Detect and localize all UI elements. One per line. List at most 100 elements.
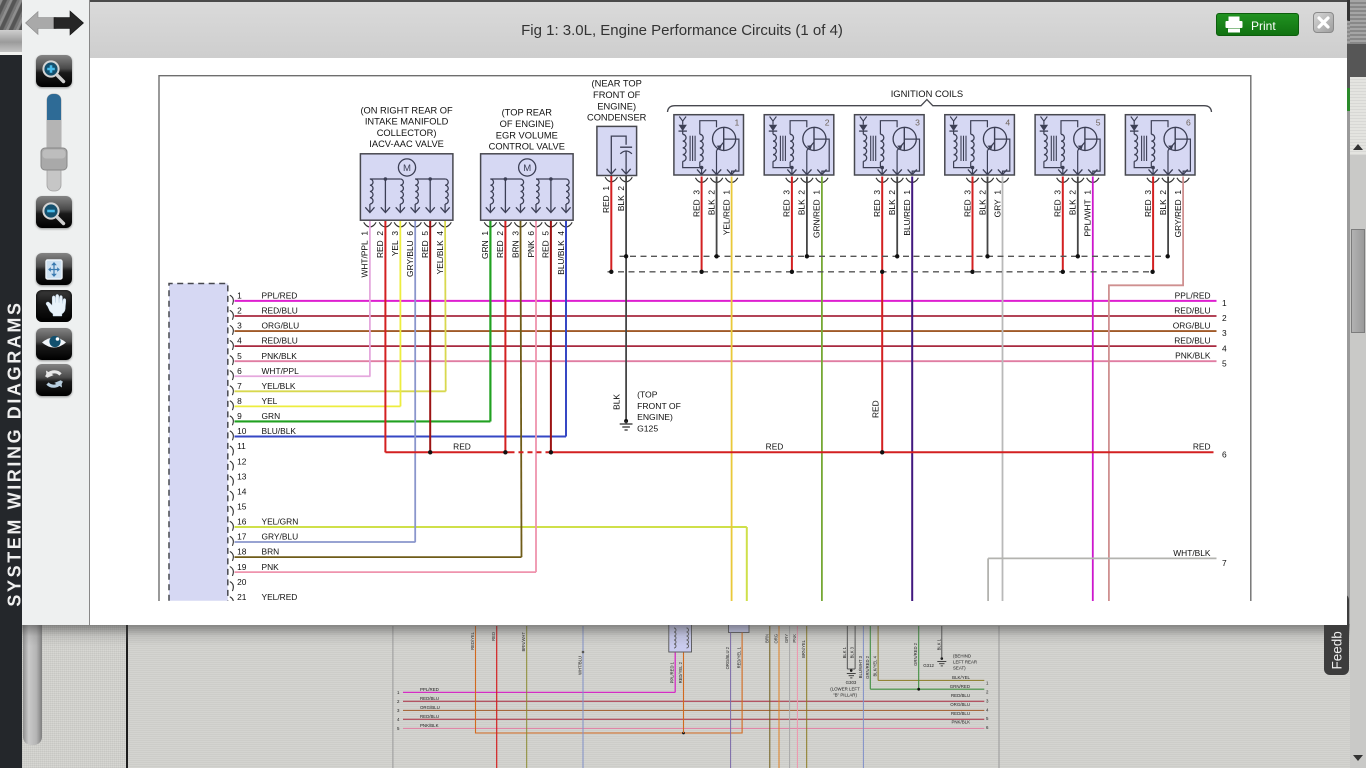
svg-text:2: 2 <box>397 699 400 704</box>
svg-text:ORG/BLU 2: ORG/BLU 2 <box>725 646 730 669</box>
svg-text:PPL/WHT 1: PPL/WHT 1 <box>1083 190 1093 237</box>
svg-text:4: 4 <box>986 707 989 712</box>
svg-text:4: 4 <box>1005 118 1010 128</box>
svg-text:CONDENSER: CONDENSER <box>587 113 647 123</box>
svg-text:FRONT OF: FRONT OF <box>637 401 681 411</box>
svg-text:BLK 2: BLK 2 <box>616 186 626 211</box>
svg-text:13: 13 <box>237 471 247 481</box>
svg-text:(TOP REAR: (TOP REAR <box>502 108 553 118</box>
svg-text:RED 5: RED 5 <box>420 231 430 258</box>
svg-text:RED/BLU: RED/BLU <box>262 306 298 316</box>
svg-text:1: 1 <box>986 681 989 686</box>
svg-text:5: 5 <box>397 726 400 731</box>
svg-text:15: 15 <box>237 501 247 511</box>
svg-text:RED: RED <box>871 400 881 418</box>
svg-text:RED/YEL 2: RED/YEL 2 <box>678 661 683 683</box>
svg-text:IGNITION COILS: IGNITION COILS <box>891 88 963 99</box>
svg-text:IACV-AAC VALVE: IACV-AAC VALVE <box>369 139 444 149</box>
svg-text:RED/BLU: RED/BLU <box>951 711 970 716</box>
svg-text:BLK/YEL: BLK/YEL <box>952 675 970 680</box>
svg-text:YEL: YEL <box>262 396 278 406</box>
svg-text:BLK 2: BLK 2 <box>887 190 897 215</box>
svg-text:BRN 3: BRN 3 <box>510 231 520 258</box>
svg-text:RED 2: RED 2 <box>495 231 505 258</box>
svg-text:BLU/RED 1: BLU/RED 1 <box>902 190 912 236</box>
svg-text:RED: RED <box>453 441 471 451</box>
svg-text:2: 2 <box>825 118 830 128</box>
svg-text:12: 12 <box>237 456 247 466</box>
svg-text:YEL 3: YEL 3 <box>390 231 400 256</box>
svg-text:RED/BLU: RED/BLU <box>1174 305 1210 315</box>
svg-text:1: 1 <box>237 291 242 301</box>
svg-text:(ON RIGHT REAR OF: (ON RIGHT REAR OF <box>360 105 453 115</box>
svg-text:G125: G125 <box>637 423 658 433</box>
svg-text:PNK/BLK: PNK/BLK <box>262 351 298 361</box>
svg-text:PNK/BLK: PNK/BLK <box>1175 351 1211 361</box>
svg-text:PPL/RED: PPL/RED <box>262 291 298 301</box>
svg-text:INTAKE MANIFOLD: INTAKE MANIFOLD <box>365 117 449 127</box>
svg-text:BLK 2: BLK 2 <box>797 190 807 215</box>
svg-text:BLU/WHT 3: BLU/WHT 3 <box>858 655 863 678</box>
svg-text:WHT/BLU: WHT/BLU <box>578 656 583 675</box>
svg-text:YEL/BLK: YEL/BLK <box>262 381 296 391</box>
svg-text:16: 16 <box>237 517 247 527</box>
svg-text:GRY/BLU: GRY/BLU <box>262 532 299 542</box>
svg-text:BLK 2: BLK 2 <box>706 190 716 215</box>
svg-text:BLK 2: BLK 2 <box>1068 190 1078 215</box>
svg-text:7: 7 <box>237 381 242 391</box>
svg-text:14: 14 <box>237 486 247 496</box>
svg-text:YEL/RED: YEL/RED <box>262 592 298 601</box>
svg-text:ORG/BLU: ORG/BLU <box>420 705 440 710</box>
svg-text:CONTROL VALVE: CONTROL VALVE <box>489 142 565 152</box>
svg-text:3: 3 <box>986 698 989 703</box>
svg-text:RED 3: RED 3 <box>1053 190 1063 217</box>
svg-text:COLLECTOR): COLLECTOR) <box>377 128 437 138</box>
svg-text:4: 4 <box>397 717 400 722</box>
svg-text:11: 11 <box>237 441 246 451</box>
svg-text:GRN/RED: GRN/RED <box>950 684 970 689</box>
svg-text:RED/BLU: RED/BLU <box>420 696 439 701</box>
svg-text:RED 3: RED 3 <box>872 190 882 217</box>
svg-text:PNK/BLK: PNK/BLK <box>420 723 439 728</box>
svg-text:OF ENGINE): OF ENGINE) <box>500 119 554 129</box>
svg-text:(LOWER LEFT: (LOWER LEFT <box>830 687 860 692</box>
svg-text:YEL/BLK 4: YEL/BLK 4 <box>435 231 445 275</box>
svg-text:1: 1 <box>397 690 400 695</box>
svg-text:RED 3: RED 3 <box>691 190 701 217</box>
svg-text:G312: G312 <box>923 663 934 668</box>
svg-text:BLK 3: BLK 3 <box>850 646 855 658</box>
svg-text:ORG/BLU: ORG/BLU <box>262 321 300 331</box>
svg-text:19: 19 <box>237 562 247 572</box>
svg-text:GRN/RED 2: GRN/RED 2 <box>865 655 870 678</box>
svg-text:3: 3 <box>237 321 242 331</box>
svg-text:YEL/GRN: YEL/GRN <box>262 517 299 527</box>
svg-text:ORG/BLU: ORG/BLU <box>1173 320 1211 330</box>
svg-text:GRN 1: GRN 1 <box>480 231 490 259</box>
svg-text:RED/BLU: RED/BLU <box>262 336 298 346</box>
svg-text:RED/YEL 1: RED/YEL 1 <box>737 646 742 668</box>
svg-text:BLK: BLK <box>611 394 621 410</box>
svg-text:20: 20 <box>237 577 247 587</box>
svg-text:2: 2 <box>986 690 989 695</box>
svg-text:(NEAR TOP: (NEAR TOP <box>592 79 642 89</box>
svg-text:6: 6 <box>986 725 989 730</box>
svg-text:RED/BLU: RED/BLU <box>1174 336 1210 346</box>
svg-text:RED 1: RED 1 <box>601 186 611 213</box>
svg-text:BLK 2: BLK 2 <box>1158 190 1168 215</box>
svg-text:WHT/PPL 1: WHT/PPL 1 <box>360 231 370 278</box>
svg-text:3: 3 <box>397 708 400 713</box>
svg-text:ENGINE): ENGINE) <box>637 412 673 422</box>
svg-text:17: 17 <box>237 532 247 542</box>
svg-text:(TOP: (TOP <box>637 390 658 400</box>
svg-text:RED: RED <box>766 441 784 451</box>
svg-text:PNK: PNK <box>262 562 280 572</box>
svg-text:GRN/RED 1: GRN/RED 1 <box>812 190 822 238</box>
svg-text:FRONT OF: FRONT OF <box>593 90 641 100</box>
svg-text:7: 7 <box>1222 558 1227 568</box>
svg-text:3: 3 <box>1222 328 1227 338</box>
svg-text:1: 1 <box>735 118 740 128</box>
svg-text:PPL/RED 1: PPL/RED 1 <box>670 661 675 683</box>
svg-text:"B" PILLAR): "B" PILLAR) <box>833 693 857 698</box>
svg-text:PNK 6: PNK 6 <box>526 231 536 258</box>
svg-text:2: 2 <box>1222 313 1227 323</box>
